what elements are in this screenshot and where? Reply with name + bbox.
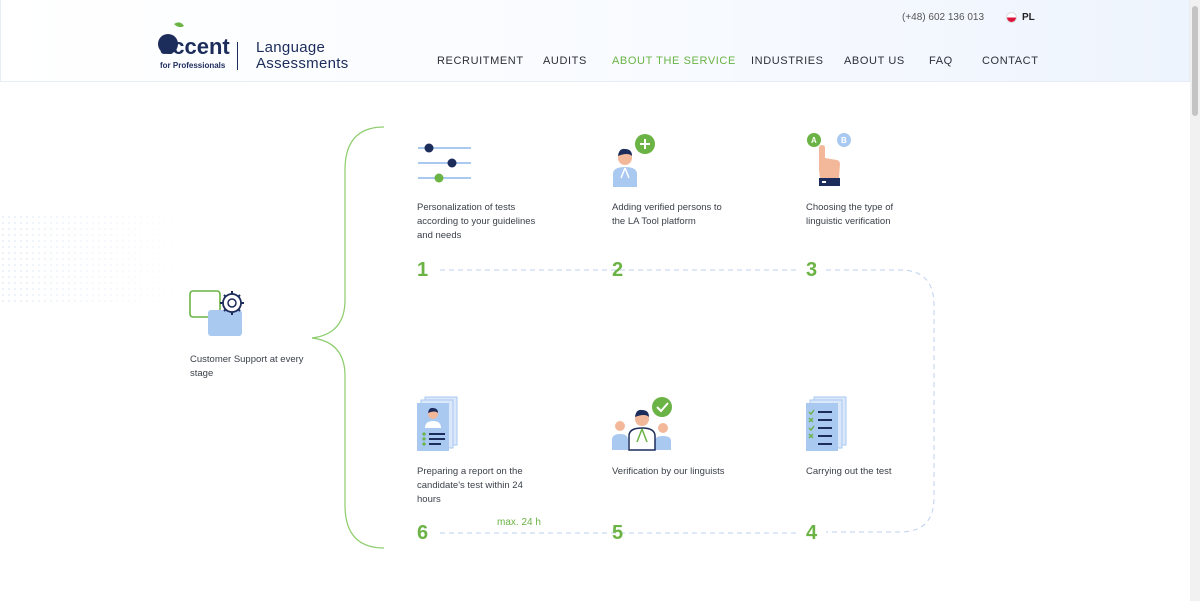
scrollbar-thumb[interactable] [1192,6,1198,116]
nav-faq[interactable]: FAQ [929,55,953,67]
nav-recruitment[interactable]: RECRUITMENT [437,55,524,67]
nav-about-us[interactable]: ABOUT US [844,55,905,67]
language-label: PL [1022,12,1035,23]
step-6-text: Preparing a report on the candidate's te… [417,466,523,505]
add-person-icon [613,134,655,187]
sliders-icon [418,143,471,183]
logo-text: accent [160,34,230,59]
brand-title[interactable]: Language Assessments [256,40,349,72]
step-2-number: 2 [612,259,624,281]
step-4-number: 4 [806,522,818,544]
language-switcher[interactable]: PL [1006,12,1035,23]
step-1-number: 1 [417,259,429,281]
decorative-dots [0,214,190,304]
option-b-letter: B [841,136,847,145]
step-3-number: 3 [806,259,818,281]
phone-link[interactable]: (+48) 602 136 013 [902,12,984,23]
brand-divider [237,42,238,70]
poland-flag-icon [1006,12,1017,23]
nav-contact[interactable]: CONTACT [982,55,1039,67]
logo-subtext: for Professionals [160,61,226,70]
option-a-letter: A [811,136,817,145]
step-5-number: 5 [612,522,624,544]
step-5-text: Verification by our linguists [612,466,725,477]
choose-option-icon: A B [807,133,851,186]
timeline-max-label: max. 24 h [497,517,541,528]
step-2-text: Adding verified persons to the LA Tool p… [612,202,722,227]
leaf-icon [174,22,184,28]
nav-audits[interactable]: AUDITS [543,55,587,67]
step-3-text: Choosing the type of linguistic verifica… [806,202,894,227]
nav-about-the-service[interactable]: ABOUT THE SERVICE [612,55,736,67]
report-icon [417,396,458,451]
curly-brace [311,126,385,549]
customer-support-icon [189,290,244,336]
step-4-text: Carrying out the test [806,466,892,477]
page-scrollbar[interactable] [1190,0,1200,601]
brand-line-1: Language [256,39,326,56]
step-6-number: 6 [417,522,429,544]
step-1-text: Personalization of tests according to yo… [417,202,536,241]
nav-industries[interactable]: INDUSTRIES [751,55,824,67]
brand-line-2: Assessments [256,55,349,72]
checklist-icon [806,396,847,451]
linguists-verified-icon [612,397,672,451]
support-label: Customer Support at every stage [190,354,304,379]
